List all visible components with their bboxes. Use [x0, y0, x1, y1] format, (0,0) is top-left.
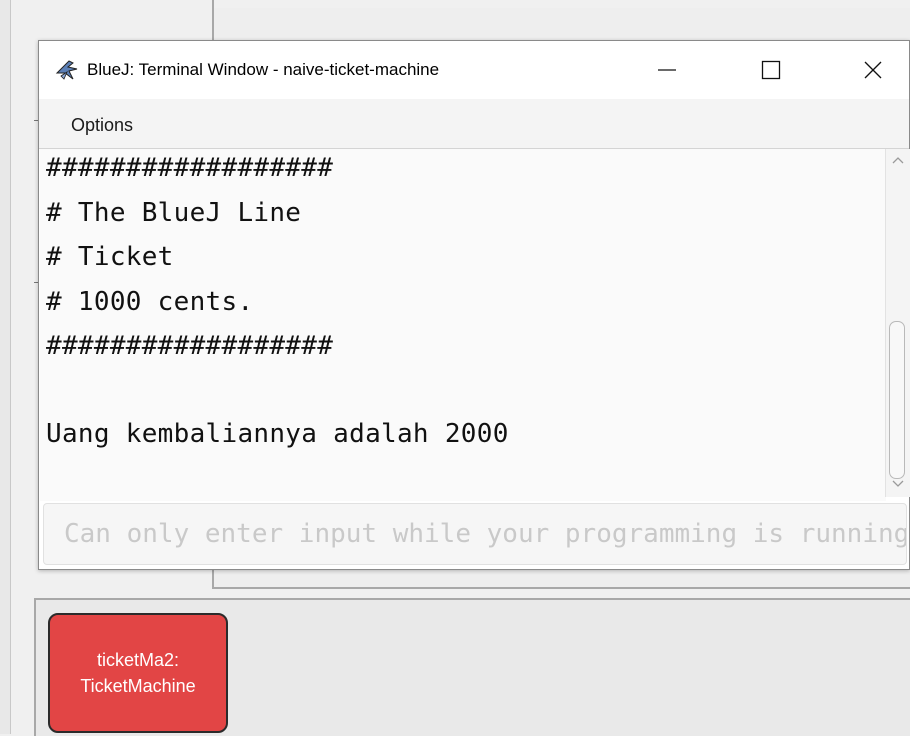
main-window-left-strip — [0, 0, 11, 734]
terminal-window: BlueJ: Terminal Window - naive-ticket-ma… — [38, 40, 910, 570]
scroll-thumb[interactable] — [889, 321, 905, 479]
terminal-output[interactable]: ################## # The BlueJ Line # Ti… — [40, 149, 886, 501]
maximize-icon — [761, 60, 781, 80]
maximize-button[interactable] — [741, 41, 801, 99]
terminal-input[interactable] — [44, 504, 906, 564]
object-type: TicketMachine — [80, 676, 196, 696]
output-line: # 1000 cents. — [46, 287, 254, 317]
menu-options[interactable]: Options — [71, 115, 133, 136]
scroll-down-icon[interactable] — [891, 479, 905, 489]
output-line: # The BlueJ Line — [46, 198, 302, 228]
class-diagram-top-edge — [214, 0, 910, 8]
title-bar[interactable]: BlueJ: Terminal Window - naive-ticket-ma… — [39, 41, 909, 99]
terminal-input-area — [43, 503, 907, 565]
bluej-bird-icon — [55, 60, 78, 80]
output-line: # Ticket — [46, 242, 174, 272]
window-title: BlueJ: Terminal Window - naive-ticket-ma… — [87, 60, 440, 79]
output-line: ################## — [46, 153, 334, 183]
close-icon — [864, 61, 882, 79]
object-name: ticketMa2: — [96, 650, 180, 670]
close-button[interactable] — [843, 41, 903, 99]
output-scrollbar[interactable] — [885, 149, 910, 497]
menu-bar: Options — [39, 99, 909, 149]
minimize-button[interactable] — [637, 41, 697, 99]
output-line: Uang kembaliannya adalah 2000 — [46, 419, 509, 449]
scroll-up-icon[interactable] — [891, 155, 905, 165]
minimize-icon — [658, 69, 676, 71]
object-ticketma2[interactable]: ticketMa2: TicketMachine — [48, 613, 228, 733]
output-line: ################## — [46, 331, 334, 361]
